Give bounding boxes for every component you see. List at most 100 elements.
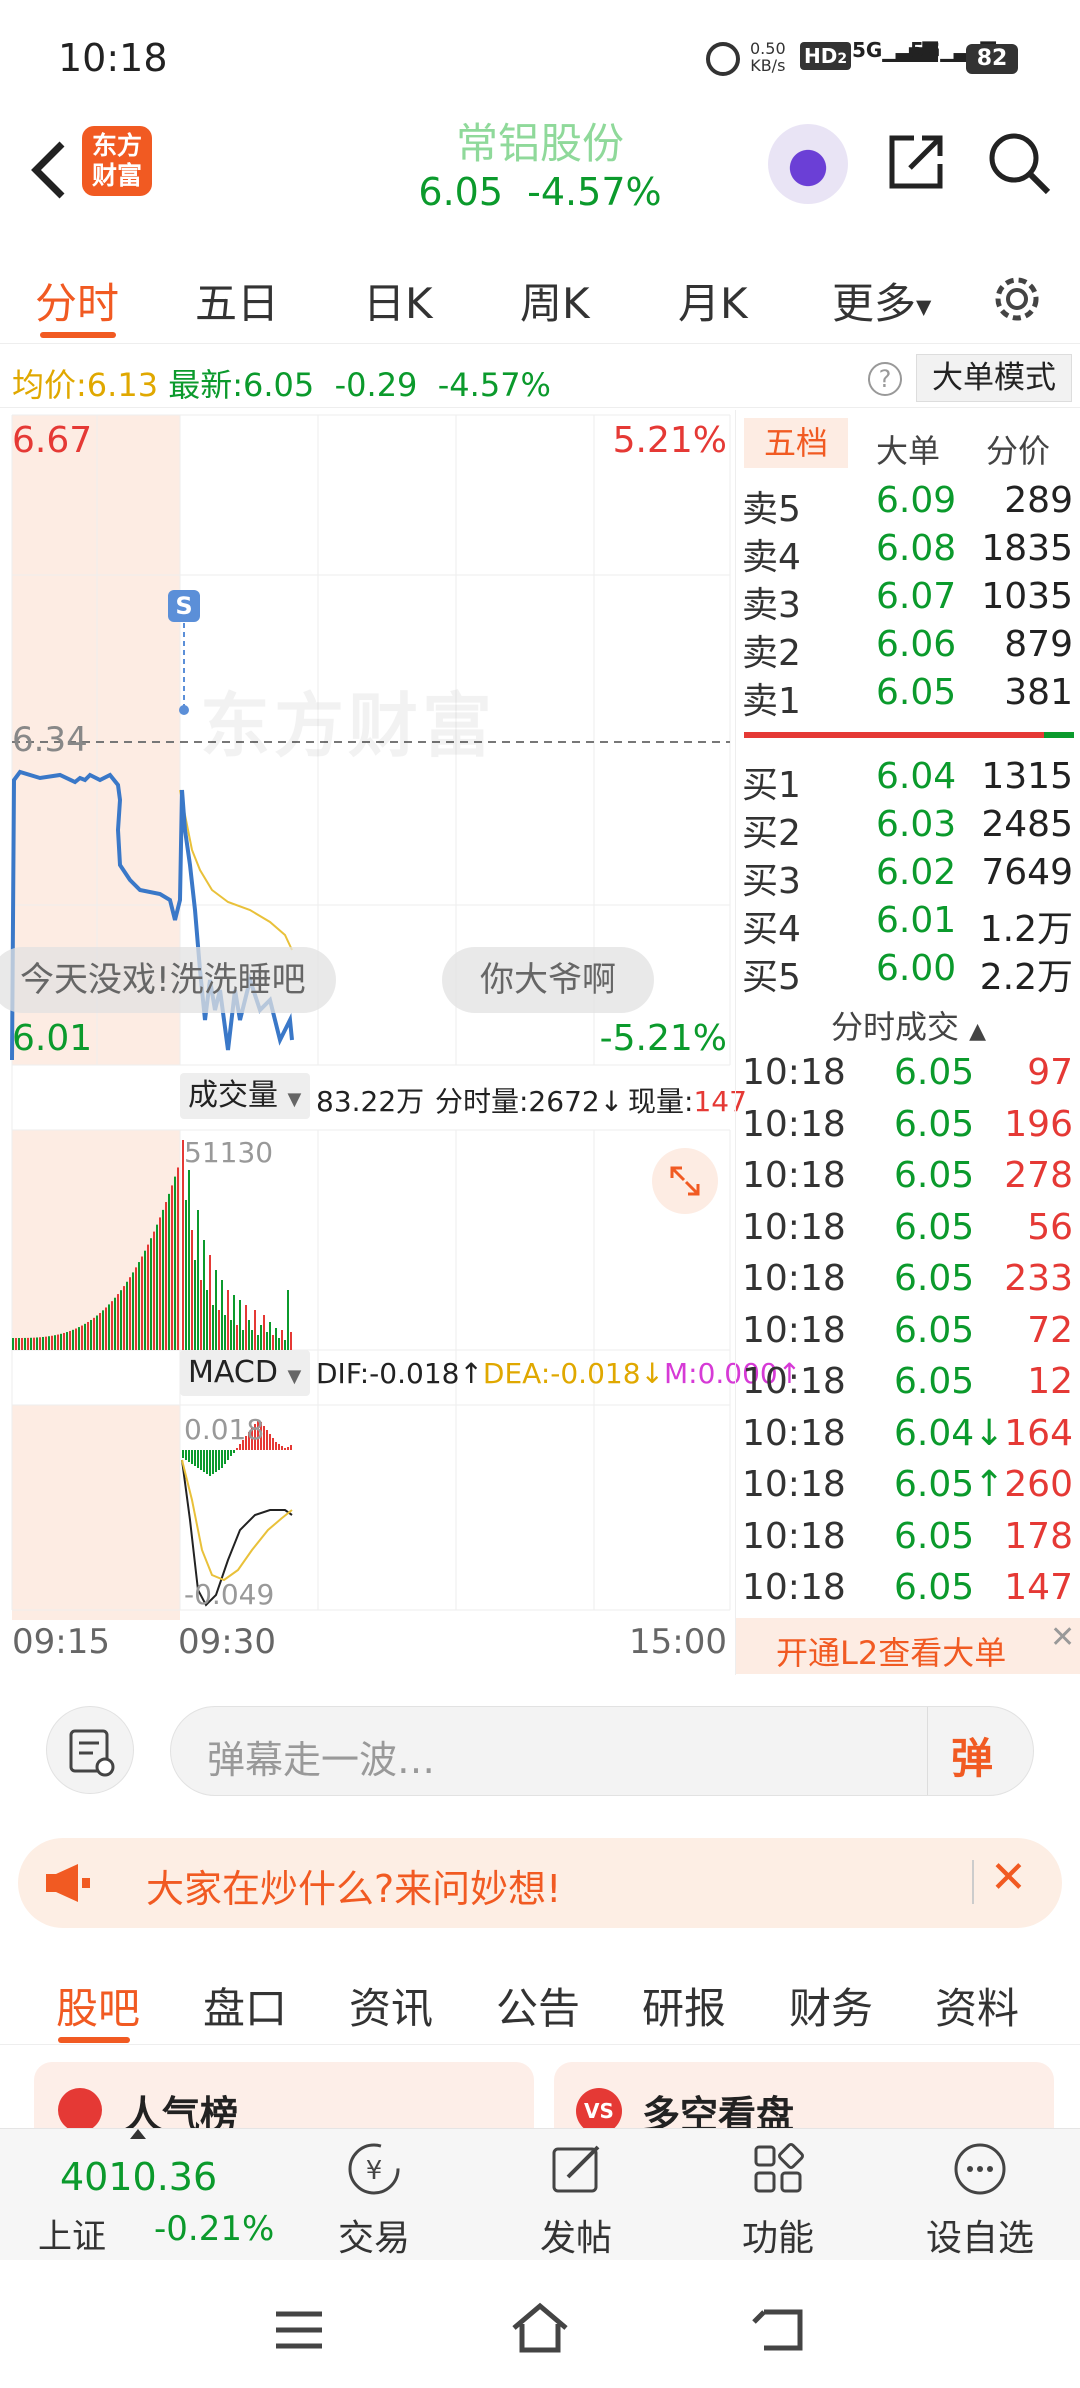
back-button[interactable] bbox=[20, 128, 80, 208]
volume-bar bbox=[75, 1328, 77, 1350]
volume-bar bbox=[36, 1337, 38, 1350]
volume-bar bbox=[69, 1330, 71, 1350]
volume-bar bbox=[57, 1334, 59, 1350]
level-label: 卖1 bbox=[742, 681, 801, 722]
volume-bar bbox=[168, 1193, 170, 1350]
tick-row: 10:18 6.05 97 bbox=[736, 1052, 1080, 1100]
nav-post[interactable]: 发帖 bbox=[506, 2139, 646, 2261]
nav-trade[interactable]: ¥ 交易 bbox=[304, 2139, 444, 2261]
buy-level-row[interactable]: 买4 6.01 1.2万 bbox=[736, 900, 1080, 950]
macd-bar bbox=[287, 1447, 289, 1450]
volume-bar bbox=[263, 1315, 265, 1350]
tab-guba[interactable]: 股吧 bbox=[56, 1975, 140, 2036]
tick-time: 10:18 bbox=[742, 1258, 846, 1299]
tab-finance[interactable]: 财务 bbox=[789, 1975, 873, 2036]
buy-level-row[interactable]: 买3 6.02 7649 bbox=[736, 852, 1080, 902]
l2-upgrade-banner[interactable]: 开通L2查看大单 ✕ bbox=[736, 1618, 1080, 1674]
tick-volume: 196 bbox=[1004, 1103, 1073, 1145]
close-icon[interactable]: ✕ bbox=[1050, 1620, 1075, 1655]
volume-bar bbox=[33, 1337, 35, 1350]
danmaku-input[interactable]: 弹幕走一波… 弹 bbox=[170, 1706, 1034, 1796]
tick-volume: 72 bbox=[1027, 1309, 1073, 1351]
help-icon[interactable]: ? bbox=[868, 362, 902, 396]
tab-price-dist[interactable]: 分价 bbox=[986, 426, 1050, 472]
tick-price: 6.05 bbox=[894, 1155, 975, 1196]
sell-level-row[interactable]: 卖2 6.06 879 bbox=[736, 624, 1080, 674]
volume-bar bbox=[27, 1337, 29, 1350]
bid-ask-ratio-bar-buy bbox=[1044, 732, 1074, 738]
tab-profile[interactable]: 资料 bbox=[935, 1975, 1019, 2036]
back-nav-icon[interactable] bbox=[750, 2304, 810, 2354]
volume-bar bbox=[90, 1319, 92, 1350]
buy-level-row[interactable]: 买1 6.04 1315 bbox=[736, 756, 1080, 806]
sell-level-row[interactable]: 卖1 6.05 381 bbox=[736, 672, 1080, 722]
tick-row: 10:18 6.04↓ 164 bbox=[736, 1413, 1080, 1461]
tab-research[interactable]: 研报 bbox=[642, 1975, 726, 2036]
close-icon[interactable]: ✕ bbox=[990, 1852, 1027, 1903]
sell-level-row[interactable]: 卖4 6.08 1835 bbox=[736, 528, 1080, 578]
danmaku-settings-button[interactable] bbox=[46, 1706, 134, 1794]
volume-bar bbox=[12, 1338, 14, 1350]
home-icon[interactable] bbox=[508, 2300, 572, 2356]
index-value[interactable]: 4010.36 bbox=[60, 2155, 217, 2199]
tab-day-k[interactable]: 日K bbox=[363, 270, 433, 331]
level-volume: 381 bbox=[1004, 672, 1073, 713]
volume-bar bbox=[221, 1280, 223, 1350]
tab-week-k[interactable]: 周K bbox=[520, 270, 590, 331]
tick-row: 10:18 6.05 196 bbox=[736, 1104, 1080, 1152]
tick-row: 10:18 6.05 72 bbox=[736, 1310, 1080, 1358]
l2-upgrade-text: 开通L2查看大单 bbox=[776, 1634, 1007, 1672]
eastmoney-logo: 东方 财富 bbox=[82, 126, 152, 196]
big-order-mode-button[interactable]: 大单模式 bbox=[916, 354, 1072, 402]
volume-bar bbox=[48, 1336, 50, 1350]
macd-bar bbox=[236, 1448, 238, 1450]
signal-marker-badge[interactable]: S bbox=[168, 590, 200, 622]
volume-bar bbox=[278, 1338, 280, 1350]
tab-fenshi[interactable]: 分时 bbox=[35, 270, 119, 331]
tick-price: 6.05 bbox=[894, 1567, 975, 1608]
order-book-panel: 五档 大单 分价 卖5 6.09 289 卖4 6.08 1835 卖3 6.07 1035 卖2… bbox=[735, 410, 1080, 1675]
danmaku-bubble: 你大爷啊 bbox=[442, 947, 654, 1013]
expand-chart-button[interactable] bbox=[652, 1148, 718, 1214]
ai-assistant-avatar[interactable] bbox=[768, 124, 848, 204]
tick-volume: 147 bbox=[1004, 1567, 1073, 1608]
nav-add-watchlist[interactable]: 设自选 bbox=[910, 2139, 1050, 2261]
share-button[interactable] bbox=[884, 130, 948, 198]
macd-bar bbox=[182, 1450, 184, 1458]
buy-level-row[interactable]: 买5 6.00 2.2万 bbox=[736, 948, 1080, 998]
tab-5day[interactable]: 五日 bbox=[195, 270, 279, 331]
volume-indicator-select[interactable]: 成交量 ▼ bbox=[180, 1073, 310, 1119]
tick-volume: 97 bbox=[1027, 1052, 1073, 1093]
sell-level-row[interactable]: 卖5 6.09 289 bbox=[736, 480, 1080, 530]
ask-ai-banner[interactable]: 大家在炒什么?来问妙想! ✕ bbox=[18, 1838, 1062, 1928]
tab-announcements[interactable]: 公告 bbox=[496, 1975, 580, 2036]
status-bar: 10:18 0.50KB/s HD2 5G▁▃▅▇ 5G▁▃▅▇ 82 bbox=[0, 0, 1080, 110]
macd-bar bbox=[266, 1430, 268, 1450]
popularity-card[interactable]: 人气榜 bbox=[34, 2062, 534, 2128]
system-navigation bbox=[0, 2260, 1080, 2388]
tab-more[interactable]: 更多▼ bbox=[832, 270, 931, 331]
macd-dea-line bbox=[181, 1459, 293, 1582]
buy-level-row[interactable]: 买2 6.03 2485 bbox=[736, 804, 1080, 854]
tab-news[interactable]: 资讯 bbox=[349, 1975, 433, 2036]
macd-indicator-select[interactable]: MACD ▼ bbox=[180, 1350, 310, 1396]
search-button[interactable] bbox=[986, 130, 1052, 200]
bull-bear-card[interactable]: VS 多空看盘 bbox=[554, 2062, 1054, 2128]
send-danmaku-button[interactable]: 弹 bbox=[951, 1725, 993, 1786]
tab-pankou[interactable]: 盘口 bbox=[203, 1975, 287, 2036]
ticks-title[interactable]: 分时成交 ▲ bbox=[736, 1002, 1080, 1048]
volume-bar bbox=[200, 1280, 202, 1350]
settings-button[interactable] bbox=[990, 272, 1044, 330]
menu-icon[interactable] bbox=[272, 2308, 328, 2352]
tab-five-level[interactable]: 五档 bbox=[744, 418, 848, 468]
sell-level-row[interactable]: 卖3 6.07 1035 bbox=[736, 576, 1080, 626]
volume-bar bbox=[96, 1315, 98, 1350]
nav-functions[interactable]: 功能 bbox=[708, 2139, 848, 2261]
macd-bar bbox=[224, 1450, 226, 1464]
tab-month-k[interactable]: 月K bbox=[678, 270, 748, 331]
volume-bar bbox=[209, 1255, 211, 1350]
grid-icon bbox=[754, 2143, 804, 2193]
macd-bar bbox=[203, 1450, 205, 1472]
level-volume: 2485 bbox=[981, 804, 1073, 845]
tab-big-order[interactable]: 大单 bbox=[876, 426, 940, 472]
